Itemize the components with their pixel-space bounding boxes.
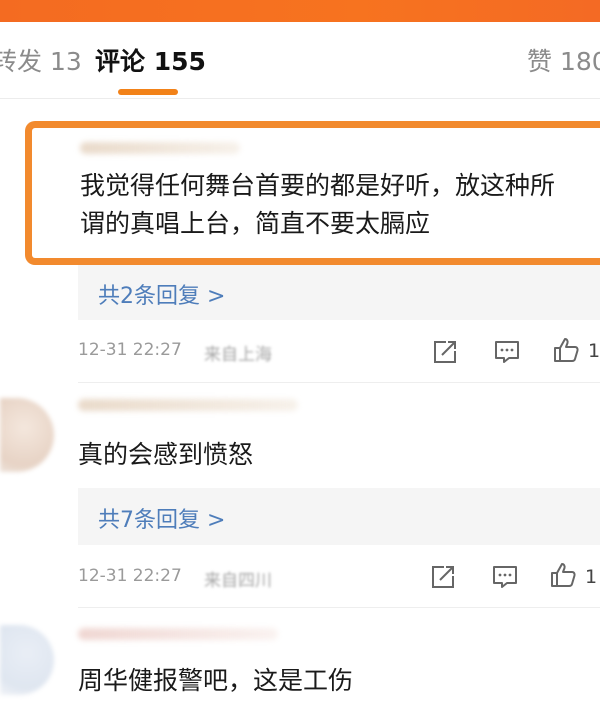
comment-icon[interactable] [492, 337, 522, 367]
active-tab-indicator [118, 89, 178, 95]
like-count: 1 [585, 566, 598, 588]
comment-text: 真的会感到愤怒 [78, 440, 254, 469]
tab-comments[interactable]: 评论 155 [95, 46, 206, 78]
replies-box: 共2条回复 > [78, 265, 600, 320]
comment-timestamp: 12-31 22:27 [78, 566, 182, 586]
comment-divider [78, 382, 600, 383]
top-status-bar [0, 0, 600, 22]
avatar[interactable] [0, 398, 54, 472]
username-blurred [78, 628, 278, 640]
tab-divider [0, 98, 600, 99]
comment-icon[interactable] [490, 562, 520, 592]
username-blurred [78, 399, 298, 411]
tab-bar: 转发 13 评论 155 赞 180 [0, 22, 600, 100]
highlight-box [25, 121, 600, 265]
view-replies-link[interactable]: 共2条回复 > [98, 278, 225, 310]
comment-timestamp: 12-31 22:27 [78, 340, 182, 360]
tab-reposts[interactable]: 转发 13 [0, 46, 82, 78]
comment-location: 来自上海 [204, 345, 272, 365]
tab-likes[interactable]: 赞 180 [527, 46, 600, 78]
comment-text: 周华健报警吧，这是工伤 [78, 666, 354, 695]
share-icon[interactable] [430, 337, 460, 367]
like-icon[interactable] [551, 335, 581, 365]
share-icon[interactable] [428, 562, 458, 592]
comment-divider [78, 607, 600, 608]
comment-location: 来自四川 [204, 571, 272, 591]
view-replies-link[interactable]: 共7条回复 > [98, 502, 225, 534]
replies-box: 共7条回复 > [78, 488, 600, 545]
like-icon[interactable] [548, 560, 578, 590]
avatar[interactable] [0, 625, 54, 695]
like-count: 1 [588, 340, 600, 362]
